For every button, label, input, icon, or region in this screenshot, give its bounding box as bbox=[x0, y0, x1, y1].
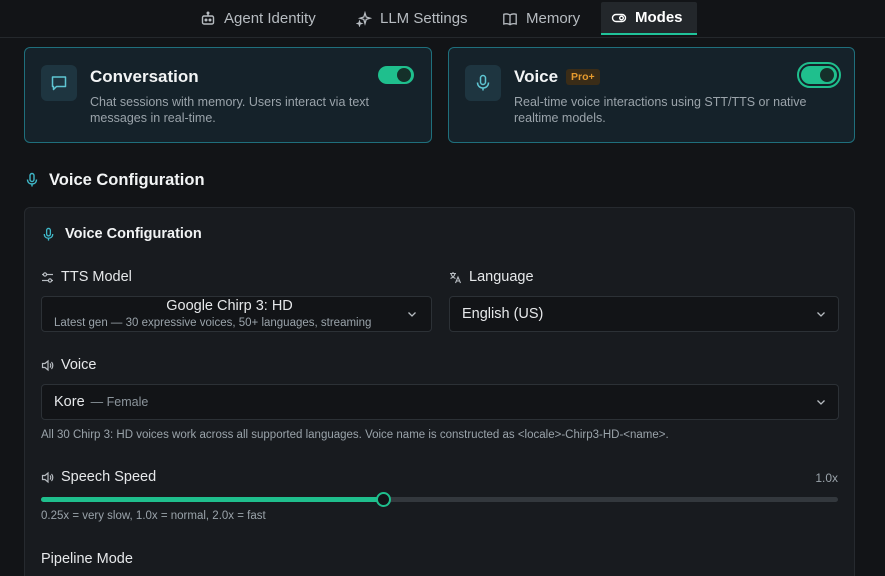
toggle-knob bbox=[397, 68, 411, 82]
toggle-icon bbox=[611, 13, 627, 22]
chat-icon bbox=[41, 65, 77, 101]
tab-label: LLM Settings bbox=[380, 10, 468, 27]
tab-label: Agent Identity bbox=[224, 10, 316, 27]
tts-model-subtitle: Latest gen — 30 expressive voices, 50+ l… bbox=[54, 317, 372, 329]
toggle-knob bbox=[820, 68, 834, 82]
mode-title: Conversation bbox=[90, 67, 199, 86]
label-text: Language bbox=[469, 269, 534, 285]
sliders-icon bbox=[42, 271, 53, 283]
language-select[interactable]: English (US) bbox=[449, 296, 839, 332]
speech-speed-value: 1.0x bbox=[815, 471, 838, 485]
section-title: Voice Configuration bbox=[49, 170, 205, 189]
mode-card-conversation[interactable]: Conversation Chat sessions with memory. … bbox=[24, 47, 432, 143]
conversation-toggle[interactable] bbox=[378, 66, 414, 84]
voice-value: Kore bbox=[54, 394, 85, 410]
chevron-down-icon bbox=[408, 312, 416, 317]
panel-title: Voice Configuration bbox=[65, 226, 202, 242]
voice-gender: — Female bbox=[90, 395, 149, 409]
tab-label: Modes bbox=[635, 9, 683, 26]
translate-icon bbox=[450, 271, 462, 283]
microphone-icon bbox=[43, 227, 54, 241]
tab-label: Memory bbox=[526, 10, 581, 27]
language-label: Language bbox=[449, 269, 534, 285]
tab-modes[interactable]: Modes bbox=[601, 2, 697, 35]
slider-fill bbox=[41, 497, 383, 502]
speech-speed-slider[interactable] bbox=[41, 492, 838, 507]
mode-description: Real-time voice interactions using STT/T… bbox=[514, 95, 807, 125]
chevron-down-icon bbox=[817, 400, 825, 405]
voice-value-wrap: Kore — Female bbox=[54, 394, 148, 410]
speaker-icon bbox=[41, 359, 54, 371]
chevron-down-icon bbox=[817, 312, 825, 317]
voice-helper-text: All 30 Chirp 3: HD voices work across al… bbox=[41, 429, 669, 441]
voice-config-panel: Voice Configuration TTS Model Google Chi… bbox=[24, 207, 855, 576]
section-heading: Voice Configuration bbox=[24, 169, 205, 191]
mode-title: Voice bbox=[514, 67, 559, 86]
tts-model-select[interactable]: Google Chirp 3: HD Latest gen — 30 expre… bbox=[41, 296, 432, 332]
speaker-icon bbox=[41, 471, 54, 483]
pipeline-mode-label: Pipeline Mode bbox=[41, 551, 133, 567]
label-text: Pipeline Mode bbox=[41, 551, 133, 567]
mode-card-voice[interactable]: Voice Pro+ Real-time voice interactions … bbox=[448, 47, 855, 143]
tab-llm-settings[interactable]: LLM Settings bbox=[346, 2, 478, 35]
tts-model-label: TTS Model bbox=[41, 269, 132, 285]
tab-bar: Agent Identity LLM Settings Memory Modes bbox=[0, 0, 885, 38]
mode-description: Chat sessions with memory. Users interac… bbox=[90, 95, 370, 125]
book-icon bbox=[503, 12, 517, 25]
sparkles-icon bbox=[356, 10, 372, 27]
language-value: English (US) bbox=[462, 306, 544, 322]
speech-speed-label: Speech Speed bbox=[41, 469, 156, 485]
slider-thumb[interactable] bbox=[375, 492, 391, 507]
panel-heading: Voice Configuration bbox=[41, 226, 202, 242]
label-text: Voice bbox=[61, 357, 97, 373]
tab-agent-identity[interactable]: Agent Identity bbox=[190, 2, 326, 35]
speech-speed-helper: 0.25x = very slow, 1.0x = normal, 2.0x =… bbox=[41, 510, 266, 522]
microphone-icon bbox=[26, 172, 38, 187]
voice-select[interactable]: Kore — Female bbox=[41, 384, 839, 420]
tab-memory[interactable]: Memory bbox=[492, 2, 590, 35]
pro-badge: Pro+ bbox=[566, 69, 600, 85]
robot-icon bbox=[201, 11, 215, 25]
label-text: TTS Model bbox=[61, 269, 132, 285]
microphone-icon bbox=[465, 65, 501, 101]
tts-model-value: Google Chirp 3: HD bbox=[166, 298, 293, 314]
voice-label: Voice bbox=[41, 357, 96, 373]
label-text: Speech Speed bbox=[61, 469, 157, 485]
voice-toggle[interactable] bbox=[797, 62, 841, 88]
